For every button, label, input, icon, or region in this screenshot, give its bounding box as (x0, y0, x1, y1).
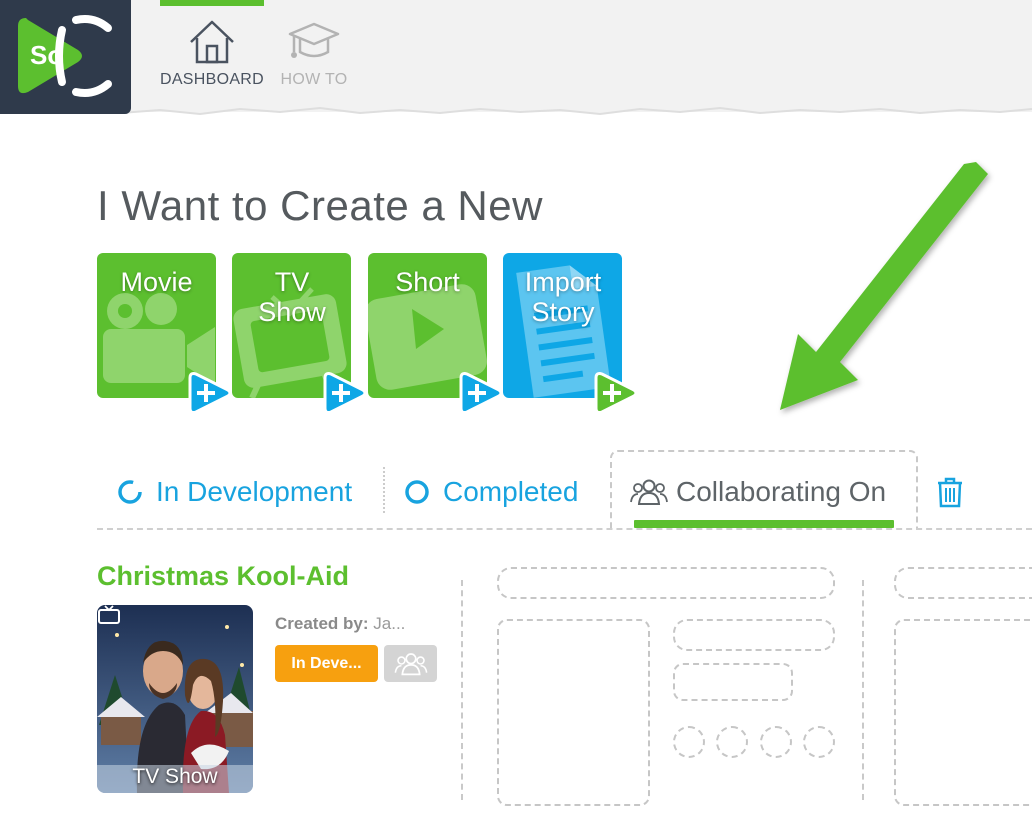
people-icon (630, 479, 668, 505)
nav-how-to[interactable]: HOW TO (260, 0, 368, 100)
placeholder-avatar (673, 726, 705, 758)
tab-collaborating-on[interactable]: Collaborating On (630, 470, 886, 514)
tile-label: Short (395, 267, 460, 297)
tv-badge-icon (98, 605, 120, 624)
create-heading: I Want to Create a New (97, 182, 543, 229)
torn-paper-edge (0, 96, 1032, 116)
tab-label: Completed (443, 476, 579, 507)
app-logo[interactable]: So (0, 0, 131, 114)
add-icon (594, 372, 638, 414)
story-thumbnail[interactable]: TV Show (97, 605, 253, 793)
placeholder-thumbnail (497, 619, 650, 806)
active-indicator (160, 0, 264, 6)
tile-label: Import Story (524, 267, 602, 327)
nav-how-to-label: HOW TO (280, 71, 348, 88)
tab-completed[interactable]: Completed (403, 470, 578, 514)
created-by-label: Created by: (275, 614, 369, 633)
create-tv-show-tile[interactable]: TV Show (232, 253, 367, 414)
home-icon (190, 20, 234, 64)
story-title[interactable]: Christmas Kool-Aid (97, 561, 349, 592)
people-icon (394, 652, 427, 675)
status-badge[interactable]: In Deve... (275, 645, 378, 682)
tab-label: In Development (156, 476, 353, 507)
svg-text:So: So (30, 40, 63, 70)
placeholder-title (497, 567, 835, 599)
tab-divider (383, 467, 385, 513)
graduation-cap-icon (288, 22, 340, 58)
placeholder-title (894, 567, 1032, 599)
circle-icon (405, 480, 429, 504)
placeholder-thumbnail (894, 619, 1032, 806)
nav-dashboard-label: DASHBOARD (159, 71, 265, 88)
card-divider (862, 580, 864, 800)
placeholder-line (673, 619, 835, 651)
add-icon (323, 372, 367, 414)
arrow-icon (780, 162, 988, 410)
placeholder-avatar (716, 726, 748, 758)
nav-dashboard[interactable]: DASHBOARD (158, 0, 266, 100)
collaborators-button[interactable] (384, 645, 437, 682)
placeholder-avatar (760, 726, 792, 758)
tab-in-development[interactable]: In Development (116, 470, 352, 514)
tabs-baseline (97, 528, 1032, 530)
add-icon (459, 372, 503, 414)
placeholder-avatar (803, 726, 835, 758)
placeholder-badge (673, 663, 793, 701)
progress-circle-icon (118, 480, 142, 504)
trash-icon[interactable] (935, 476, 965, 508)
create-movie-tile[interactable]: Movie (97, 253, 232, 414)
tile-label: Movie (120, 267, 193, 297)
author-name: Ja... (373, 614, 406, 633)
active-tab-indicator (634, 520, 894, 528)
story-type-label: TV Show (132, 765, 218, 788)
created-by: Created by: Ja... (275, 614, 405, 634)
logo-icon: So (18, 15, 112, 97)
add-icon (188, 372, 232, 414)
tile-label: TV Show (258, 267, 326, 327)
create-short-tile[interactable]: Short (368, 253, 503, 414)
tab-label: Collaborating On (676, 476, 887, 507)
import-story-tile[interactable]: Import Story (503, 253, 638, 414)
card-divider (461, 580, 463, 800)
